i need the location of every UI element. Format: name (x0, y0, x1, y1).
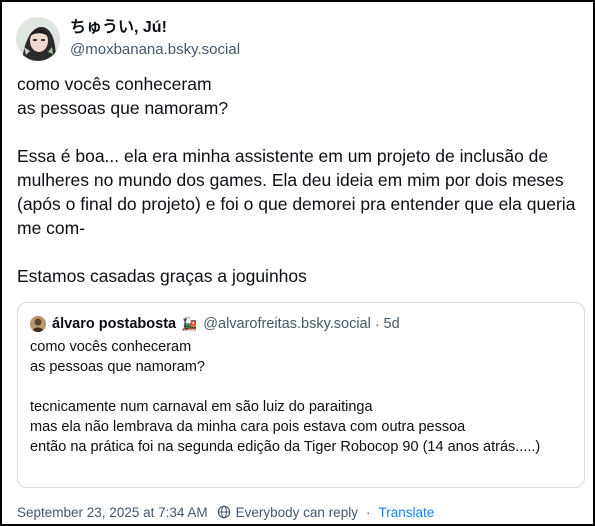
quoted-post-text: como vocês conheceram as pessoas que nam… (30, 339, 541, 455)
author-names: ちゅうい, Jú! @moxbanana.bsky.social (70, 18, 240, 60)
quoted-author-display-name[interactable]: álvaro postabosta (52, 316, 176, 332)
quoted-post-time[interactable]: 5d (384, 316, 400, 332)
author-avatar[interactable] (16, 17, 60, 61)
quoted-post-header: álvaro postabosta 🚂 @alvarofreitas.bsky.… (30, 314, 572, 334)
separator-dot: · (374, 316, 380, 332)
author-handle[interactable]: @moxbanana.bsky.social (70, 40, 240, 60)
post-header: ちゅうい, Jú! @moxbanana.bsky.social (16, 16, 240, 62)
reply-setting[interactable]: Everybody can reply (236, 505, 358, 520)
post-card: ちゅうい, Jú! @moxbanana.bsky.social como vo… (0, 0, 595, 526)
footer-separator-dot: · (365, 504, 371, 520)
post-footer: September 23, 2025 at 7:34 AM Everybody … (17, 502, 434, 522)
globe-icon (217, 505, 230, 519)
translate-link[interactable]: Translate (378, 505, 434, 520)
author-display-name[interactable]: ちゅうい, Jú! (70, 18, 240, 38)
quoted-post[interactable]: álvaro postabosta 🚂 @alvarofreitas.bsky.… (17, 302, 585, 488)
quoted-author-avatar[interactable] (30, 316, 46, 332)
train-emoji: 🚂 (181, 316, 198, 331)
quoted-author-handle[interactable]: @alvarofreitas.bsky.social (203, 316, 371, 332)
post-text: como vocês conheceram as pessoas que nam… (17, 74, 576, 286)
post-timestamp[interactable]: September 23, 2025 at 7:34 AM (17, 505, 208, 520)
